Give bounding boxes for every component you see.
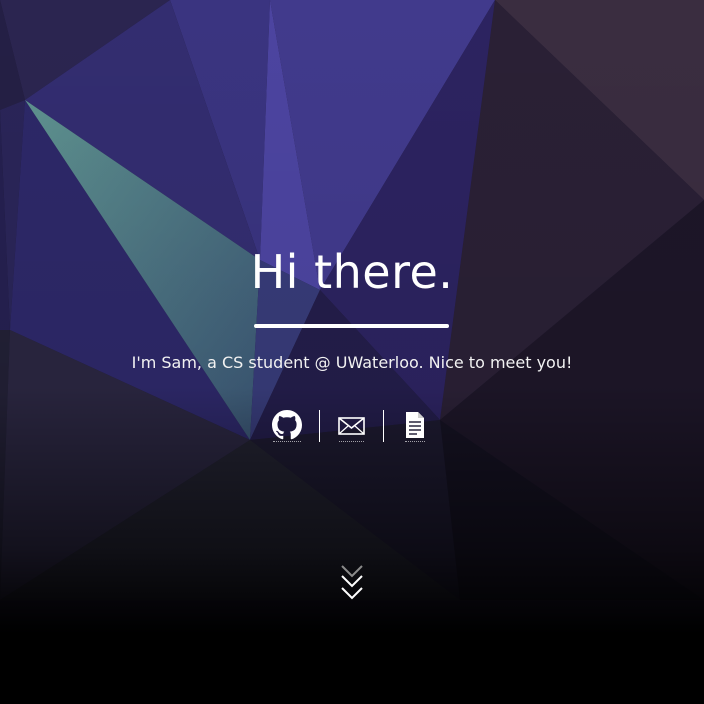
page-title: Hi there.: [250, 245, 454, 299]
intro-text: I'm Sam, a CS student @ UWaterloo. Nice …: [131, 353, 573, 372]
link-separator: [319, 410, 320, 442]
link-underline: [405, 441, 425, 442]
link-underline: [339, 441, 364, 442]
link-separator: [383, 410, 384, 442]
email-link[interactable]: [338, 408, 365, 444]
title-divider: [254, 324, 449, 328]
github-link[interactable]: [272, 408, 302, 444]
scroll-down-button[interactable]: [338, 562, 366, 604]
hero-section: Hi there. I'm Sam, a CS student @ UWater…: [0, 0, 704, 704]
resume-link[interactable]: [404, 408, 426, 444]
link-underline: [273, 441, 301, 442]
social-links: [0, 408, 704, 444]
